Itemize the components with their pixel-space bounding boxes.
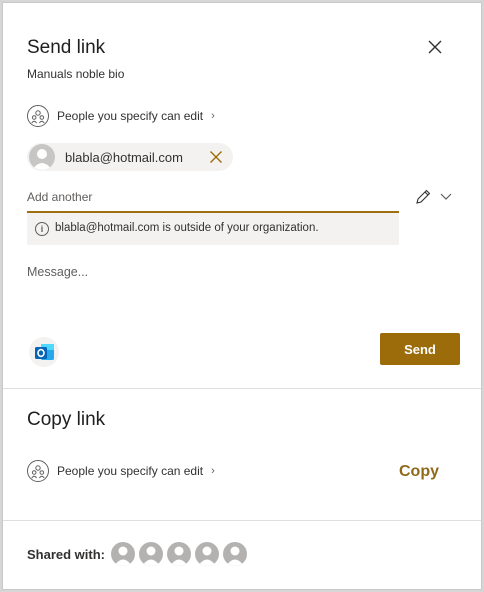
pencil-icon	[416, 189, 431, 204]
share-dialog: Send link Manuals noble bio People you s…	[2, 2, 482, 590]
chevron-right-icon: ›	[211, 110, 215, 122]
outlook-button[interactable]	[29, 337, 59, 367]
chevron-right-icon: ›	[211, 465, 215, 477]
file-name: Manuals noble bio	[27, 67, 125, 81]
close-icon	[210, 151, 222, 163]
section-divider	[3, 388, 481, 389]
edit-permission-button[interactable]	[413, 187, 433, 207]
shared-user-avatar[interactable]	[111, 542, 135, 566]
recipient-chip: blabla@hotmail.com	[27, 143, 233, 171]
shared-user-avatar[interactable]	[223, 542, 247, 566]
close-icon	[428, 40, 442, 54]
shared-with-label: Shared with:	[27, 547, 106, 562]
shared-user-avatar[interactable]	[195, 542, 219, 566]
copy-button[interactable]: Copy	[399, 463, 439, 481]
people-icon	[27, 460, 49, 482]
copy-link-title: Copy link	[27, 409, 106, 430]
remove-recipient-button[interactable]	[207, 148, 225, 166]
message-input[interactable]: Message...	[27, 265, 88, 279]
outlook-icon	[29, 337, 59, 367]
close-button[interactable]	[423, 35, 447, 59]
people-icon	[27, 105, 49, 127]
copy-permission-label: People you specify can edit	[57, 464, 204, 478]
external-warning: i blabla@hotmail.com is outside of your …	[27, 213, 399, 245]
send-button[interactable]: Send	[380, 333, 460, 365]
shared-user-avatar[interactable]	[167, 542, 191, 566]
recipient-avatar	[29, 144, 55, 170]
copy-permission-selector[interactable]: People you specify can edit ›	[27, 460, 215, 482]
recipient-email: blabla@hotmail.com	[65, 150, 183, 165]
warning-text: blabla@hotmail.com is outside of your or…	[55, 222, 319, 234]
add-another-input[interactable]: Add another	[27, 190, 92, 204]
info-icon: i	[35, 222, 49, 236]
permission-dropdown-button[interactable]	[439, 189, 453, 203]
send-permission-selector[interactable]: People you specify can edit ›	[27, 105, 215, 127]
dialog-title: Send link	[27, 37, 106, 58]
chevron-down-icon	[440, 193, 452, 200]
section-divider	[3, 520, 481, 521]
send-permission-label: People you specify can edit	[57, 109, 204, 123]
shared-user-avatar[interactable]	[139, 542, 163, 566]
